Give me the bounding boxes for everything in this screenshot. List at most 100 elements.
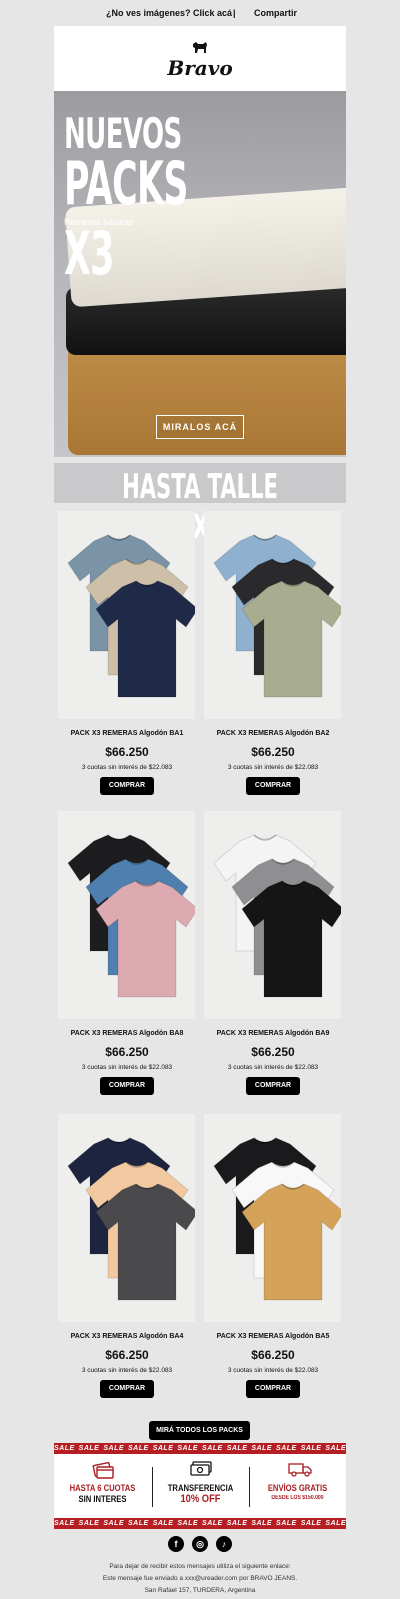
product-image[interactable] (58, 511, 195, 719)
product-installments: 3 cuotas sin interés de $22.083 (227, 764, 319, 771)
unsubscribe-text[interactable]: Para dejar de recibir estos mensajes uti… (0, 1563, 400, 1570)
instagram-icon[interactable]: ◎ (192, 1536, 208, 1552)
t-shirt-icon (95, 580, 195, 698)
product-card[interactable]: PACK X3 REMERAS Algodón BA8 $66.250 3 cuot… (54, 811, 200, 1101)
product-card[interactable]: PACK X3 REMERAS Algodón BA1 $66.250 3 cuot… (54, 511, 200, 801)
sale-word: SALE (202, 1445, 223, 1452)
sale-word: SALE (300, 1520, 322, 1527)
sale-word: SALE (78, 1520, 100, 1527)
product-name[interactable]: PACK X3 REMERAS Algodón BA9 (200, 1030, 346, 1037)
product-name[interactable]: PACK X3 REMERAS Algodón BA4 (54, 1333, 200, 1340)
dog-logo-icon (193, 42, 207, 53)
sale-strip-top: SALE SALE SALE SALE SALE SALE SALE SALE SALE SALE… (54, 1443, 346, 1454)
t-shirt-icon (241, 1183, 341, 1301)
t-shirt-icon (241, 580, 341, 698)
promo-transfer: TRANSFERENCIA 10% OFF (152, 1457, 249, 1517)
sale-word: SALE (226, 1520, 248, 1527)
product-price: $66.250 (105, 1348, 149, 1362)
product-price: $66.250 (251, 745, 295, 759)
sale-word: SALE (78, 1445, 100, 1452)
social-links: f ◎ ♪ (168, 1536, 232, 1554)
product-price: $66.250 (105, 745, 149, 759)
product-price: $66.250 (251, 1045, 295, 1059)
product-card[interactable]: PACK X3 REMERAS Algodón BA4 $66.250 3 cuot… (54, 1114, 200, 1404)
product-image[interactable] (58, 811, 195, 1019)
promo-transfer-line2: 10% OFF (180, 1493, 221, 1505)
tiktok-icon[interactable]: ♪ (216, 1536, 232, 1552)
view-all-packs-button[interactable]: MIRÁ TODOS LOS PACKS (149, 1421, 250, 1440)
sale-word: SALE (300, 1445, 322, 1452)
sale-word: SALE (128, 1520, 149, 1527)
sale-word: SALE (325, 1445, 346, 1452)
sale-word: SALE (177, 1445, 199, 1452)
brand-header: Bravo (54, 26, 346, 91)
sale-word: SALE (54, 1445, 75, 1452)
topbar-separator: | (233, 8, 236, 18)
brand-logo[interactable]: Bravo (54, 56, 346, 80)
product-name[interactable]: PACK X3 REMERAS Algodón BA2 (200, 730, 346, 737)
product-name[interactable]: PACK X3 REMERAS Algodón BA5 (200, 1333, 346, 1340)
product-price: $66.250 (105, 1045, 149, 1059)
share-link[interactable]: Compartir (254, 8, 297, 18)
hero-cta-button[interactable]: MIRALOS ACÁ (156, 415, 244, 439)
sale-word: SALE (103, 1445, 125, 1452)
promo-shipping-line2: DESDE LOS $150.000 (271, 1495, 324, 1501)
product-installments: 3 cuotas sin interés de $22.083 (81, 764, 173, 771)
buy-button[interactable]: COMPRAR (246, 1077, 300, 1095)
product-card[interactable]: PACK X3 REMERAS Algodón BA9 $66.250 3 cuot… (200, 811, 346, 1101)
sent-to-text: Este mensaje fue enviado a xxx@ureader.c… (102, 1575, 298, 1582)
product-installments: 3 cuotas sin interés de $22.083 (227, 1064, 319, 1071)
sale-word: SALE (276, 1520, 297, 1527)
credit-card-icon (92, 1461, 114, 1479)
buy-button[interactable]: COMPRAR (246, 1380, 300, 1398)
promo-transfer-line1: TRANSFERENCIA (167, 1483, 234, 1493)
sale-word: SALE (103, 1520, 125, 1527)
product-name[interactable]: PACK X3 REMERAS Algodón BA8 (54, 1030, 200, 1037)
buy-button[interactable]: COMPRAR (100, 1380, 154, 1398)
product-price: $66.250 (251, 1348, 295, 1362)
promo-installments-line1: HASTA 6 CUOTAS (69, 1483, 136, 1493)
t-shirt-icon (95, 880, 195, 998)
cash-icon (190, 1461, 212, 1476)
t-shirt-icon (241, 880, 341, 998)
promo-banner: SALE SALE SALE SALE SALE SALE SALE SALE SALE SALE… (54, 1443, 346, 1529)
sale-word: SALE (226, 1445, 248, 1452)
promo-shipping-line1: ENVÍOS GRATIS (267, 1483, 328, 1493)
truck-icon (288, 1463, 312, 1477)
promo-shipping: ENVÍOS GRATIS DESDE LOS $150.000 (249, 1457, 346, 1517)
sale-word: SALE (276, 1445, 297, 1452)
buy-button[interactable]: COMPRAR (100, 777, 154, 795)
sale-word: SALE (54, 1520, 75, 1527)
promo-installments-line2: SIN INTERES (78, 1494, 127, 1504)
sale-word: SALE (325, 1520, 346, 1527)
sale-strip-bottom: SALE SALE SALE SALE SALE SALE SALE SALE SALE SALE… (54, 1518, 346, 1529)
product-image[interactable] (204, 811, 341, 1019)
view-online-link[interactable]: ¿No ves imágenes? Click acá (106, 8, 232, 18)
sale-word: SALE (128, 1445, 149, 1452)
sale-word: SALE (251, 1445, 273, 1452)
top-bar: ¿No ves imágenes? Click acá | Compartir (0, 0, 400, 26)
t-shirt-icon (95, 1183, 195, 1301)
sale-word: SALE (177, 1520, 199, 1527)
product-card[interactable]: PACK X3 REMERAS Algodón BA2 $66.250 3 cuot… (200, 511, 346, 801)
product-card[interactable]: PACK X3 REMERAS Algodón BA5 $66.250 3 cuot… (200, 1114, 346, 1404)
size-banner: HASTA TALLE 4XL (54, 463, 346, 547)
sale-word: SALE (152, 1445, 174, 1452)
product-installments: 3 cuotas sin interés de $22.083 (81, 1367, 173, 1374)
product-image[interactable] (204, 511, 341, 719)
buy-button[interactable]: COMPRAR (100, 1077, 154, 1095)
hero-banner[interactable]: NUEVOS PACKS X3 Remeras básicas MIRALOS … (54, 91, 346, 457)
product-installments: 3 cuotas sin interés de $22.083 (81, 1064, 173, 1071)
sale-word: SALE (202, 1520, 223, 1527)
buy-button[interactable]: COMPRAR (246, 777, 300, 795)
hero-subtitle: Remeras básicas (64, 217, 134, 227)
address-text: San Rafael 157, TURDERA, Argentina (144, 1587, 256, 1594)
sale-word: SALE (152, 1520, 174, 1527)
product-image[interactable] (58, 1114, 195, 1322)
product-installments: 3 cuotas sin interés de $22.083 (227, 1367, 319, 1374)
promo-installments: HASTA 6 CUOTAS SIN INTERES (54, 1457, 151, 1517)
sale-word: SALE (251, 1520, 273, 1527)
facebook-icon[interactable]: f (168, 1536, 184, 1552)
product-name[interactable]: PACK X3 REMERAS Algodón BA1 (54, 730, 200, 737)
product-image[interactable] (204, 1114, 341, 1322)
